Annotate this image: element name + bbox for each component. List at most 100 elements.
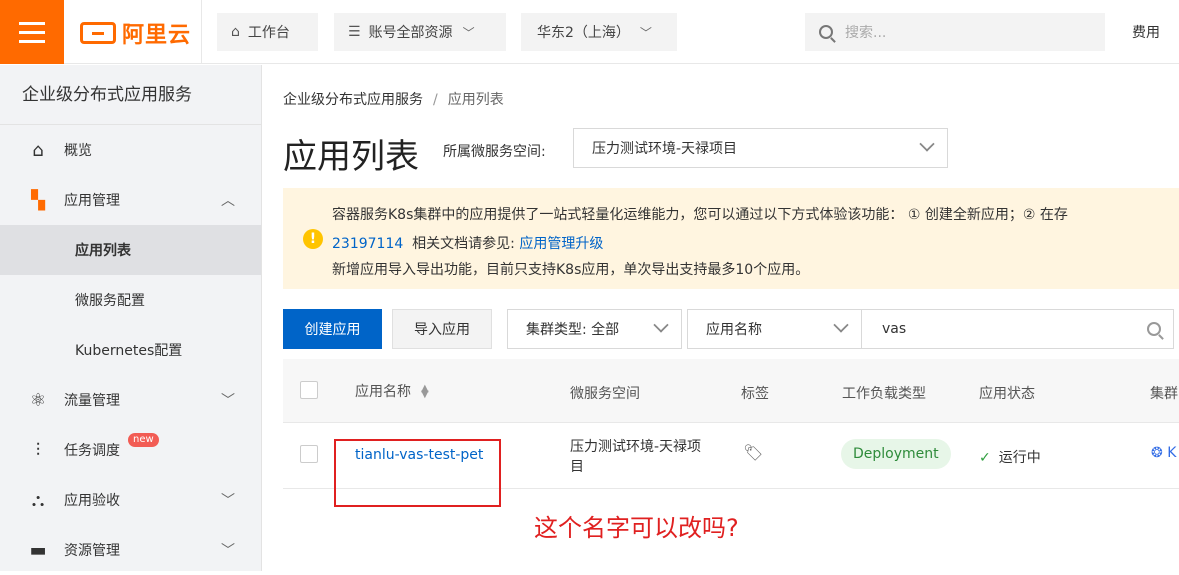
home-icon: ⌂ bbox=[32, 139, 44, 161]
workbench-label: 工作台 bbox=[247, 25, 290, 41]
home-icon: ⌂ bbox=[231, 24, 240, 40]
sidebar-item-label: 资源管理 bbox=[64, 543, 120, 559]
sidebar-item-traffic[interactable]: ⚛ 流量管理 ﹀ bbox=[0, 375, 261, 425]
breadcrumb: 企业级分布式应用服务 / 应用列表 bbox=[283, 89, 504, 109]
search-field-label: 应用名称 bbox=[706, 322, 762, 338]
global-search-input[interactable]: 搜索... bbox=[805, 13, 1105, 51]
chevron-down-icon bbox=[833, 317, 849, 333]
divider bbox=[201, 0, 202, 64]
chevron-down-icon: ﹀ bbox=[221, 493, 235, 509]
hamburger-icon bbox=[19, 21, 45, 25]
ticket-link[interactable]: 23197114 bbox=[332, 236, 403, 252]
app-search-input[interactable]: vas bbox=[861, 309, 1174, 349]
breadcrumb-separator: / bbox=[433, 92, 438, 108]
sidebar-item-kubernetes-config[interactable]: Kubernetes配置 bbox=[0, 325, 261, 375]
sidebar-item-microservice-config[interactable]: 微服务配置 bbox=[0, 275, 261, 325]
page-title: 应用列表 bbox=[283, 137, 419, 177]
resource-scope-dropdown[interactable]: ☰ 账号全部资源 ﹀ bbox=[334, 13, 506, 51]
chevron-up-icon: ︿ bbox=[221, 193, 235, 209]
breadcrumb-root[interactable]: 企业级分布式应用服务 bbox=[283, 92, 423, 108]
import-app-button[interactable]: 导入应用 bbox=[392, 309, 492, 349]
column-header-cluster: 集群 bbox=[1150, 386, 1178, 402]
notice-line-2: 23197114 相关文档请参见: 应用管理升级 bbox=[332, 233, 603, 253]
namespace-cell: 压力测试环境-天禄项目 bbox=[570, 439, 702, 475]
column-header-app-name[interactable]: 应用名称 ▲ ▼ bbox=[355, 381, 429, 401]
column-header-namespace: 微服务空间 bbox=[570, 386, 640, 402]
status-cell: ✓ 运行中 bbox=[979, 447, 1041, 467]
logo-text: 阿里云 bbox=[122, 23, 192, 48]
sidebar-item-app-management[interactable]: ▚ 应用管理 ︿ bbox=[0, 175, 261, 225]
chevron-down-icon: ﹀ bbox=[462, 25, 475, 40]
warning-icon: ! bbox=[303, 229, 323, 249]
chevron-down-icon bbox=[919, 136, 935, 152]
stack-icon: ☰ bbox=[348, 24, 361, 40]
chevron-down-icon bbox=[653, 317, 669, 333]
region-label: 华东2（上海） bbox=[537, 25, 630, 41]
notice-doc-text: 相关文档请参见: bbox=[412, 236, 515, 252]
sliders-icon: ⫶ bbox=[35, 439, 41, 461]
app-search-value: vas bbox=[882, 321, 907, 337]
folder-icon: ▬ bbox=[29, 539, 47, 561]
cluster-type-dropdown[interactable]: 集群类型: 全部 bbox=[507, 309, 682, 349]
apps-icon: ▚ bbox=[31, 189, 45, 211]
kubernetes-icon: ❂ bbox=[1151, 445, 1163, 461]
traffic-icon: ⚛ bbox=[29, 389, 47, 411]
sidebar-item-label: 应用管理 bbox=[64, 193, 120, 209]
check-icon: ✓ bbox=[979, 450, 991, 466]
sidebar-title: 企业级分布式应用服务 bbox=[0, 65, 261, 125]
column-header-status: 应用状态 bbox=[979, 386, 1035, 402]
sidebar-item-label: 应用验收 bbox=[64, 493, 120, 509]
sidebar-item-resources[interactable]: ▬ 资源管理 ﹀ bbox=[0, 525, 261, 575]
column-header-workload: 工作负载类型 bbox=[842, 386, 926, 402]
sidebar-item-acceptance[interactable]: ⛬ 应用验收 ﹀ bbox=[0, 475, 261, 525]
tag-icon[interactable]: 🏷 bbox=[743, 443, 763, 462]
sidebar-item-label: Kubernetes配置 bbox=[75, 343, 183, 359]
network-icon: ⛬ bbox=[31, 489, 45, 511]
status-text: 运行中 bbox=[998, 450, 1041, 466]
notice-line-3: 新增应用导入导出功能，目前只支持K8s应用，单次导出支持最多10个应用。 bbox=[332, 262, 810, 278]
sidebar-item-scheduling[interactable]: ⫶ 任务调度 new bbox=[0, 425, 261, 475]
table-header: 应用名称 ▲ ▼ 微服务空间 标签 工作负载类型 应用状态 集群 bbox=[283, 359, 1179, 423]
sort-icon[interactable]: ▲ ▼ bbox=[421, 384, 429, 400]
select-all-checkbox[interactable] bbox=[300, 381, 318, 399]
namespace-value: 压力测试环境-天禄项目 bbox=[592, 141, 738, 157]
breadcrumb-current: 应用列表 bbox=[447, 92, 504, 108]
namespace-label: 所属微服务空间: bbox=[443, 144, 546, 160]
sidebar-item-label: 微服务配置 bbox=[75, 293, 145, 309]
chevron-down-icon: ﹀ bbox=[221, 543, 235, 559]
top-navigation-bar: 阿里云 ⌂ 工作台 ☰ 账号全部资源 ﹀ 华东2（上海） ﹀ 搜索... 费用 bbox=[0, 0, 1179, 64]
sidebar-item-label: 流量管理 bbox=[64, 393, 120, 409]
region-dropdown[interactable]: 华东2（上海） ﹀ bbox=[521, 13, 677, 51]
sidebar-item-label: 概览 bbox=[64, 143, 92, 159]
row-checkbox[interactable] bbox=[300, 445, 318, 463]
search-icon[interactable] bbox=[1147, 322, 1161, 336]
column-header-tags: 标签 bbox=[741, 386, 769, 402]
namespace-select[interactable]: 压力测试环境-天禄项目 bbox=[573, 128, 948, 168]
chevron-down-icon: ﹀ bbox=[221, 393, 235, 409]
cluster-type-label: 集群类型: 全部 bbox=[526, 322, 620, 338]
workload-badge: Deployment bbox=[841, 439, 951, 469]
resource-scope-label: 账号全部资源 bbox=[368, 25, 453, 41]
sidebar-item-app-list[interactable]: 应用列表 bbox=[0, 225, 261, 275]
sidebar-item-label: 任务调度 bbox=[64, 443, 120, 459]
annotation-text: 这个名字可以改吗? bbox=[534, 514, 739, 542]
menu-toggle-button[interactable] bbox=[0, 0, 64, 64]
aliyun-logo[interactable]: 阿里云 bbox=[80, 18, 191, 48]
fee-link[interactable]: 费用 bbox=[1132, 22, 1160, 42]
sidebar: 企业级分布式应用服务 ⌂ 概览 ▚ 应用管理 ︿ 应用列表 微服务配置 Kube… bbox=[0, 65, 262, 571]
search-icon bbox=[819, 25, 833, 39]
create-app-button[interactable]: 创建应用 bbox=[283, 309, 382, 349]
workbench-button[interactable]: ⌂ 工作台 bbox=[217, 13, 318, 51]
sidebar-item-overview[interactable]: ⌂ 概览 bbox=[0, 125, 261, 175]
sidebar-item-label: 应用列表 bbox=[75, 243, 131, 259]
search-placeholder: 搜索... bbox=[845, 25, 887, 41]
notice-line-1: 容器服务K8s集群中的应用提供了一站式轻量化运维能力，您可以通过以下方式体验该功… bbox=[332, 207, 1068, 223]
doc-link[interactable]: 应用管理升级 bbox=[519, 236, 603, 252]
chevron-down-icon: ﹀ bbox=[639, 25, 652, 40]
search-field-dropdown[interactable]: 应用名称 bbox=[687, 309, 862, 349]
notice-banner: ! 容器服务K8s集群中的应用提供了一站式轻量化运维能力，您可以通过以下方式体验… bbox=[283, 188, 1179, 289]
annotation-highlight-box bbox=[334, 439, 501, 507]
new-badge: new bbox=[128, 433, 159, 447]
cluster-cell[interactable]: ❂ K bbox=[1151, 445, 1176, 461]
aliyun-logo-icon bbox=[80, 22, 116, 44]
